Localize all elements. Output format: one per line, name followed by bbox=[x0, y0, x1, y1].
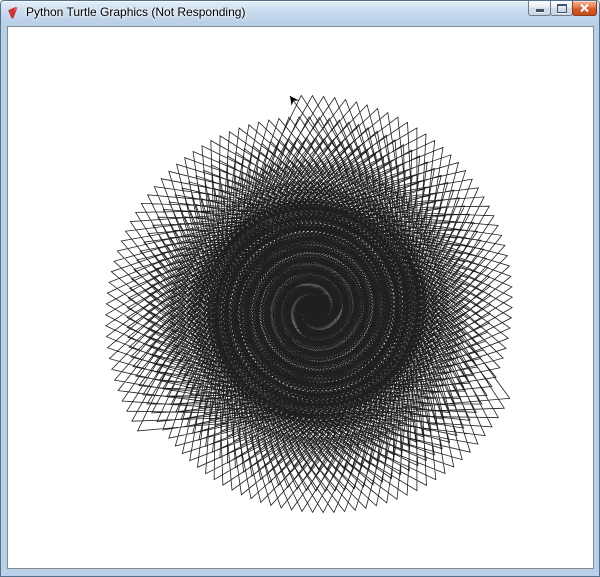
close-button[interactable] bbox=[572, 1, 597, 16]
minimize-icon bbox=[536, 9, 544, 12]
turtle-spiral-drawing bbox=[8, 27, 593, 568]
maximize-icon bbox=[557, 4, 567, 13]
maximize-button[interactable] bbox=[550, 1, 573, 16]
minimize-button[interactable] bbox=[528, 1, 551, 16]
window-controls bbox=[529, 1, 597, 16]
close-icon bbox=[580, 4, 589, 12]
titlebar[interactable]: Python Turtle Graphics (Not Responding) bbox=[1, 1, 599, 23]
turtle-canvas[interactable] bbox=[7, 26, 594, 569]
window-title: Python Turtle Graphics (Not Responding) bbox=[26, 5, 245, 19]
turtle-graphics-window: Python Turtle Graphics (Not Responding) bbox=[0, 0, 600, 577]
spiral-path bbox=[106, 95, 512, 512]
tk-feather-icon[interactable] bbox=[7, 6, 20, 19]
turtle-cursor-icon bbox=[290, 96, 299, 106]
